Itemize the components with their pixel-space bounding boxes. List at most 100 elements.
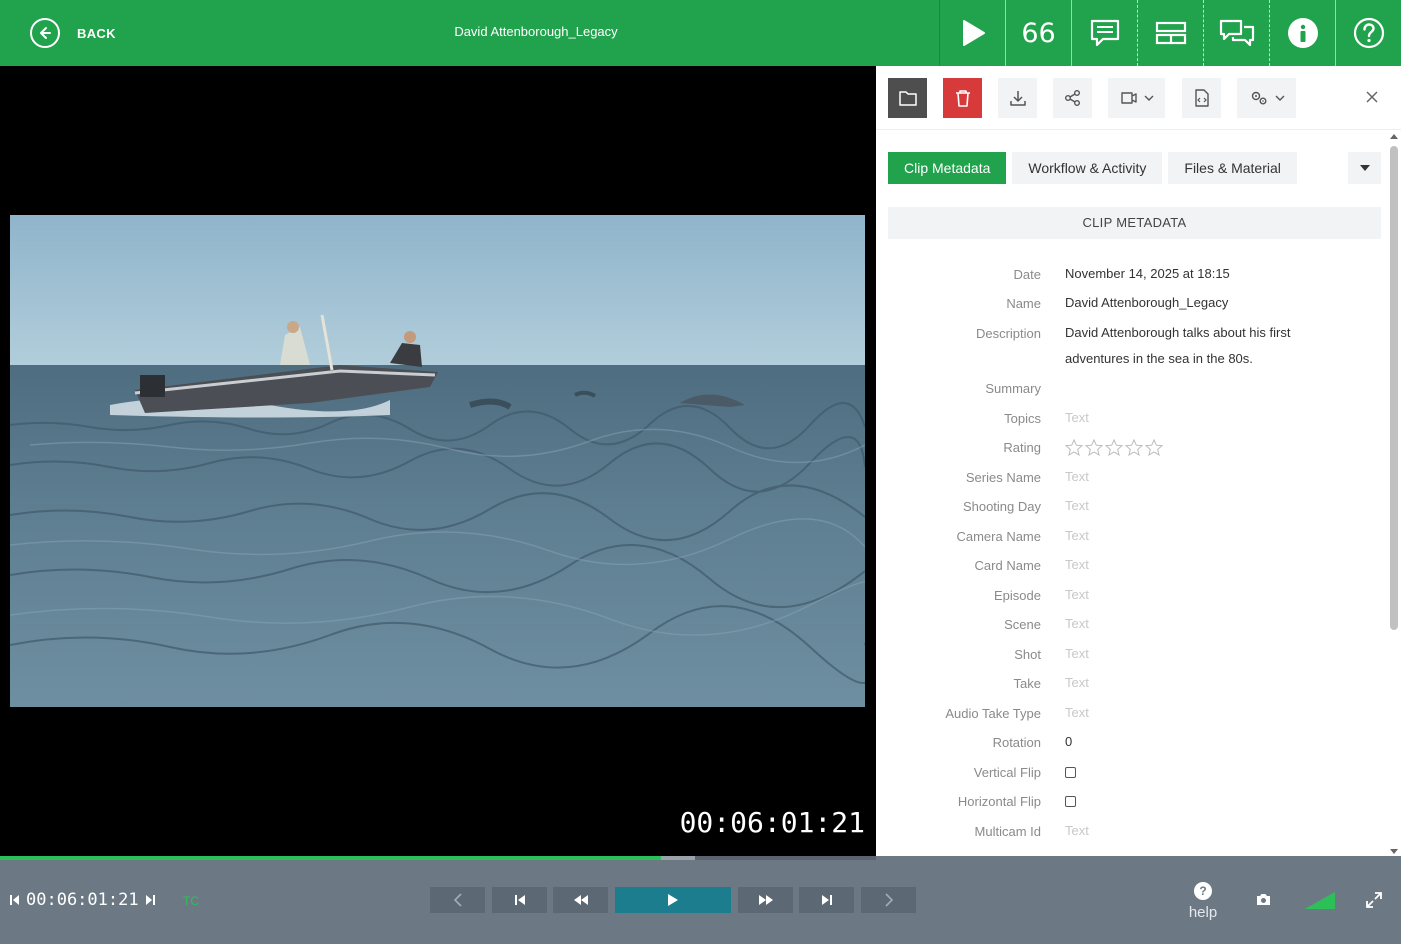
star-icon[interactable] xyxy=(1065,439,1083,456)
download-button[interactable] xyxy=(998,78,1037,118)
seek-bar[interactable] xyxy=(0,856,876,860)
export-dropdown-button[interactable] xyxy=(1108,78,1165,118)
scroll-up-icon[interactable] xyxy=(1389,132,1399,140)
field-name: Name David Attenborough_Legacy xyxy=(876,289,1381,319)
snapshot-button[interactable] xyxy=(1256,893,1271,911)
panel-scrollbar[interactable] xyxy=(1389,132,1399,856)
help-label: help xyxy=(1188,904,1218,921)
field-label: Audio Take Type xyxy=(945,706,1041,721)
info-button[interactable] xyxy=(1269,0,1335,66)
help-shortcuts-button[interactable]: ? help xyxy=(1184,882,1222,921)
scroll-down-icon[interactable] xyxy=(1389,848,1399,856)
go-to-end-button[interactable] xyxy=(799,887,854,913)
vertical-flip-checkbox[interactable] xyxy=(1065,767,1076,778)
fast-forward-icon xyxy=(758,895,773,905)
video-player[interactable]: 00:06:01:21 xyxy=(0,66,876,856)
tab-clip-metadata[interactable]: Clip Metadata xyxy=(888,152,1007,184)
star-icon[interactable] xyxy=(1125,439,1143,456)
rotation-value[interactable]: 0 xyxy=(1065,728,1345,755)
field-card-name: Card Name Text xyxy=(876,551,1381,581)
field-label: Topics xyxy=(1004,411,1041,426)
playback-controls: 00:06:01:21 TC ? help xyxy=(0,856,1401,944)
horizontal-flip-checkbox[interactable] xyxy=(1065,796,1076,807)
next-clip-button[interactable] xyxy=(861,887,916,913)
play-button[interactable] xyxy=(939,0,1005,66)
delete-button[interactable] xyxy=(943,78,982,118)
series-name-input[interactable]: Text xyxy=(1065,463,1345,490)
caret-down-icon xyxy=(1359,165,1370,171)
star-icon[interactable] xyxy=(1105,439,1123,456)
go-to-start-button[interactable] xyxy=(492,887,547,913)
multicam-id-input[interactable]: Text xyxy=(1065,817,1345,844)
comments-count-button[interactable]: 66 xyxy=(1005,0,1071,66)
volume-control[interactable] xyxy=(1305,892,1335,914)
field-audio-take-type: Audio Take Type Text xyxy=(876,699,1381,728)
folder-button[interactable] xyxy=(888,78,927,118)
top-bar: BACK David Attenborough_Legacy 66 xyxy=(0,0,1401,66)
step-back-icon[interactable] xyxy=(10,894,20,906)
camera-icon xyxy=(1257,894,1270,905)
name-value[interactable]: David Attenborough_Legacy xyxy=(1065,289,1345,316)
field-horizontal-flip: Horizontal Flip xyxy=(876,787,1381,817)
field-label: Rating xyxy=(1003,440,1041,455)
comment-count: 66 xyxy=(1021,17,1056,49)
date-value[interactable]: November 14, 2025 at 18:15 xyxy=(1065,260,1345,287)
code-file-button[interactable] xyxy=(1182,78,1221,118)
tab-files-material[interactable]: Files & Material xyxy=(1168,152,1297,184)
seek-bar-handle[interactable] xyxy=(661,856,695,860)
horizontal-flip-wrap xyxy=(1065,787,1345,807)
star-icon[interactable] xyxy=(1145,439,1163,456)
scrollbar-thumb[interactable] xyxy=(1390,146,1398,630)
field-summary: Summary xyxy=(876,374,1381,404)
field-label: Summary xyxy=(985,381,1041,396)
chat-button[interactable] xyxy=(1203,0,1269,66)
card-name-input[interactable]: Text xyxy=(1065,551,1345,578)
gears-icon xyxy=(1251,91,1266,105)
comments-button[interactable] xyxy=(1071,0,1137,66)
field-label: Description xyxy=(975,326,1041,341)
scene-input[interactable]: Text xyxy=(1065,610,1345,637)
settings-dropdown-button[interactable] xyxy=(1237,78,1296,118)
rewind-button[interactable] xyxy=(553,887,608,913)
seek-bar-progress xyxy=(0,856,661,860)
field-label: Shot xyxy=(1014,647,1041,662)
chat-icon xyxy=(1219,19,1254,47)
help-button[interactable] xyxy=(1335,0,1401,66)
share-button[interactable] xyxy=(1053,78,1092,118)
star-icon[interactable] xyxy=(1085,439,1103,456)
chevron-left-icon xyxy=(453,893,462,907)
field-label: Take xyxy=(1013,676,1041,691)
field-shot: Shot Text xyxy=(876,640,1381,669)
description-value[interactable]: David Attenborough talks about his first… xyxy=(1065,319,1345,372)
field-rating: Rating xyxy=(876,433,1381,463)
play-pause-button[interactable] xyxy=(615,887,731,913)
tc-mode-label[interactable]: TC xyxy=(183,894,199,908)
camera-name-input[interactable]: Text xyxy=(1065,522,1345,549)
close-panel-button[interactable] xyxy=(1360,85,1384,109)
fast-forward-button[interactable] xyxy=(738,887,793,913)
take-input[interactable]: Text xyxy=(1065,669,1345,696)
episode-input[interactable]: Text xyxy=(1065,581,1345,608)
shot-input[interactable]: Text xyxy=(1065,640,1345,667)
help-icon xyxy=(1353,17,1384,49)
tab-workflow-activity[interactable]: Workflow & Activity xyxy=(1012,152,1163,184)
step-forward-icon[interactable] xyxy=(145,894,155,906)
previous-clip-button[interactable] xyxy=(430,887,485,913)
summary-value[interactable] xyxy=(1065,374,1345,375)
fullscreen-button[interactable] xyxy=(1366,892,1382,913)
field-label: Rotation xyxy=(992,735,1041,750)
shooting-day-input[interactable]: Text xyxy=(1065,492,1345,519)
current-timecode: 00:06:01:21 xyxy=(10,890,155,910)
rewind-icon xyxy=(573,895,588,905)
field-label: Series Name xyxy=(965,470,1041,485)
audio-take-type-input[interactable]: Text xyxy=(1065,699,1345,726)
more-tabs-button[interactable] xyxy=(1348,152,1381,184)
close-icon xyxy=(1366,91,1378,103)
back-button[interactable]: BACK xyxy=(30,17,116,49)
field-label: Shooting Day xyxy=(962,499,1041,514)
layout-button[interactable] xyxy=(1137,0,1203,66)
field-series-name: Series Name Text xyxy=(876,463,1381,492)
field-vertical-flip: Vertical Flip xyxy=(876,758,1381,787)
field-label: Vertical Flip xyxy=(973,765,1041,780)
topics-input[interactable]: Text xyxy=(1065,404,1345,431)
